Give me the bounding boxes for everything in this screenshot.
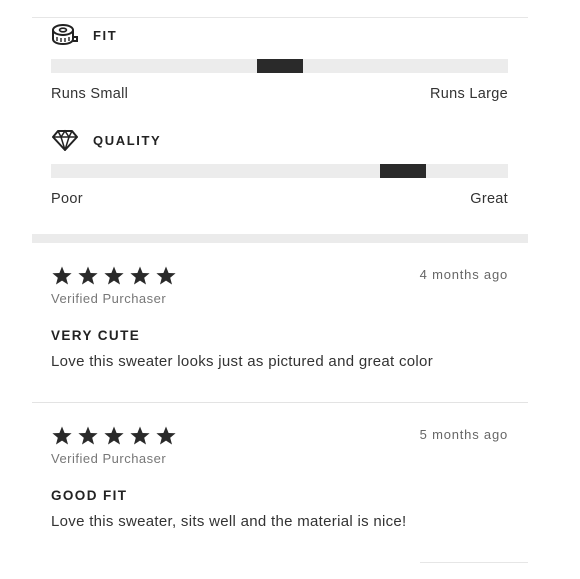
review-body: Love this sweater looks just as pictured… [51, 353, 433, 370]
fit-title: FIT [93, 27, 118, 43]
verified-purchaser-label: Verified Purchaser [51, 291, 167, 306]
review-item: 5 months ago Verified Purchaser GOOD FIT… [51, 425, 508, 530]
star-icon [52, 426, 72, 445]
quality-title: QUALITY [93, 132, 162, 148]
review-date: 5 months ago [419, 427, 508, 442]
review-title: GOOD FIT [51, 488, 128, 503]
star-icon [156, 426, 176, 445]
fit-high-label: Runs Large [430, 86, 508, 102]
star-icon [130, 426, 150, 445]
top-divider [32, 17, 528, 18]
star-icon [78, 266, 98, 285]
quality-scale-marker [380, 164, 426, 178]
star-icon [78, 426, 98, 445]
review-date: 4 months ago [419, 267, 508, 282]
diamond-icon [51, 126, 79, 154]
star-icon [156, 266, 176, 285]
review-divider [32, 402, 528, 403]
star-icon [104, 426, 124, 445]
quality-high-label: Great [470, 191, 508, 207]
fit-scale-marker [257, 59, 303, 73]
review-body: Love this sweater, sits well and the mat… [51, 513, 407, 530]
bottom-divider [420, 562, 528, 563]
verified-purchaser-label: Verified Purchaser [51, 451, 167, 466]
review-item: 4 months ago Verified Purchaser VERY CUT… [51, 265, 508, 370]
star-icon [52, 266, 72, 285]
star-icon [130, 266, 150, 285]
quality-scale-track [51, 164, 508, 178]
review-title: VERY CUTE [51, 328, 141, 343]
section-divider [32, 234, 528, 243]
tape-measure-icon [51, 21, 79, 49]
fit-low-label: Runs Small [51, 86, 129, 102]
star-icon [104, 266, 124, 285]
quality-low-label: Poor [51, 191, 83, 207]
quality-header: QUALITY [51, 126, 161, 154]
fit-scale-track [51, 59, 508, 73]
fit-header: FIT [51, 21, 117, 49]
